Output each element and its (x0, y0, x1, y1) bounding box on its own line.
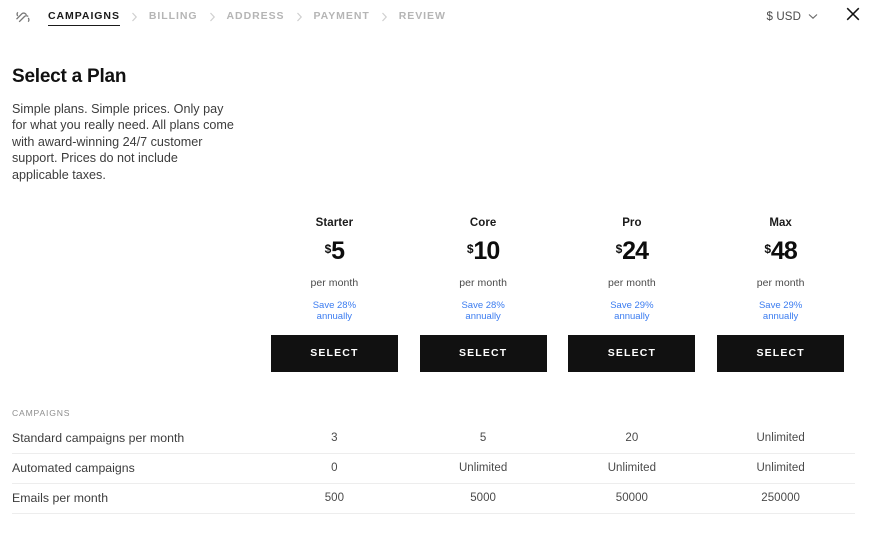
plan-price: $ 10 (467, 237, 501, 266)
squarespace-logo-icon[interactable] (12, 6, 34, 28)
plan-name: Starter (315, 217, 354, 230)
plan-column-max: Max $ 48 per month Save 29% annually SEL… (706, 217, 855, 372)
breadcrumb-item-review[interactable]: REVIEW (399, 8, 446, 25)
chevron-right-icon (296, 12, 303, 22)
feature-value-starter: 0 (331, 462, 338, 475)
plans-label-spacer (0, 217, 260, 372)
table-row: Automated campaigns 0 Unlimited Unlimite… (12, 454, 855, 484)
savings-term: annually (762, 311, 799, 323)
section-heading-campaigns: CAMPAIGNS (12, 407, 71, 418)
page-description: Simple plans. Simple prices. Only pay fo… (12, 102, 234, 182)
savings-percent: Save 29% (758, 299, 803, 311)
breadcrumb-item-campaigns[interactable]: CAMPAIGNS (48, 8, 120, 26)
plan-name: Pro (622, 217, 642, 230)
savings-term: annually (614, 311, 650, 323)
plan-columns: Starter $ 5 per month Save 28% annually … (0, 217, 880, 372)
feature-label: Automated campaigns (12, 461, 135, 476)
plan-annual-savings[interactable]: Save 29% annually (759, 300, 802, 323)
feature-value-max: Unlimited (756, 462, 805, 475)
feature-value-starter: 3 (331, 432, 338, 445)
select-plan-button-pro[interactable]: SELECT (568, 334, 696, 372)
chevron-right-icon (131, 12, 138, 22)
feature-label: Emails per month (12, 491, 109, 506)
savings-percent: Save 28% (312, 299, 357, 311)
close-icon (846, 7, 860, 26)
plan-period: per month (459, 276, 507, 289)
feature-value-pro: Unlimited (607, 462, 657, 475)
feature-value-max: Unlimited (756, 432, 805, 445)
select-plan-button-max[interactable]: SELECT (717, 334, 845, 372)
plan-price: $ 24 (616, 237, 650, 266)
section-heading-features: FEATURES (0, 529, 880, 535)
plan-annual-savings[interactable]: Save 28% annually (313, 300, 356, 323)
feature-value-starter: 500 (324, 492, 345, 505)
feature-value-core: 5000 (470, 492, 497, 505)
price-amount: 48 (770, 237, 798, 266)
savings-percent: Save 28% (461, 299, 505, 311)
chevron-right-icon (381, 12, 388, 22)
feature-value-pro: 50000 (615, 492, 648, 505)
plan-column-starter: Starter $ 5 per month Save 28% annually … (260, 217, 409, 372)
plan-period: per month (310, 276, 359, 289)
breadcrumb-item-billing[interactable]: BILLING (149, 8, 198, 25)
plan-price: $ 48 (764, 237, 798, 266)
intro-section: Select a Plan Simple plans. Simple price… (0, 33, 880, 183)
table-row: Standard campaigns per month 3 5 20 Unli… (12, 424, 855, 454)
select-plan-button-starter[interactable]: SELECT (270, 334, 398, 372)
savings-percent: Save 29% (610, 299, 654, 311)
feature-value-core: 5 (479, 432, 487, 445)
plan-name: Core (469, 217, 497, 230)
feature-value-pro: 20 (625, 432, 639, 445)
header-actions: $ USD (765, 6, 864, 28)
select-plan-button-core[interactable]: SELECT (419, 334, 547, 372)
table-row: Emails per month 500 5000 50000 250000 (12, 484, 855, 514)
currency-selector[interactable]: $ USD (765, 7, 820, 27)
savings-term: annually (316, 311, 353, 323)
feature-value-max: 250000 (761, 492, 800, 505)
plan-column-core: Core $ 10 per month Save 28% annually SE… (409, 217, 558, 372)
plan-name: Max (769, 217, 792, 230)
plan-annual-savings[interactable]: Save 29% annually (610, 300, 653, 323)
plan-column-pro: Pro $ 24 per month Save 29% annually SEL… (558, 217, 707, 372)
savings-term: annually (465, 311, 501, 323)
top-header: CAMPAIGNS BILLING ADDRESS PAYMENT REVIEW… (0, 0, 880, 33)
page-title: Select a Plan (12, 66, 127, 87)
breadcrumb-item-payment[interactable]: PAYMENT (314, 8, 370, 25)
currency-label: $ USD (766, 10, 801, 23)
breadcrumb-item-address[interactable]: ADDRESS (227, 8, 285, 25)
plan-annual-savings[interactable]: Save 28% annually (461, 300, 504, 323)
price-amount: 5 (331, 237, 345, 266)
chevron-right-icon (209, 12, 216, 22)
feature-value-core: Unlimited (458, 462, 508, 475)
feature-label: Standard campaigns per month (12, 431, 185, 446)
breadcrumb: CAMPAIGNS BILLING ADDRESS PAYMENT REVIEW (48, 8, 446, 26)
plan-price: $ 5 (325, 237, 345, 266)
plan-period: per month (608, 276, 656, 289)
chevron-down-icon (808, 13, 818, 20)
plan-comparison-table: CAMPAIGNS Standard campaigns per month 3… (0, 402, 880, 535)
plan-period: per month (756, 276, 805, 289)
close-button[interactable] (842, 6, 864, 28)
price-amount: 24 (622, 237, 649, 266)
price-amount: 10 (473, 237, 500, 266)
